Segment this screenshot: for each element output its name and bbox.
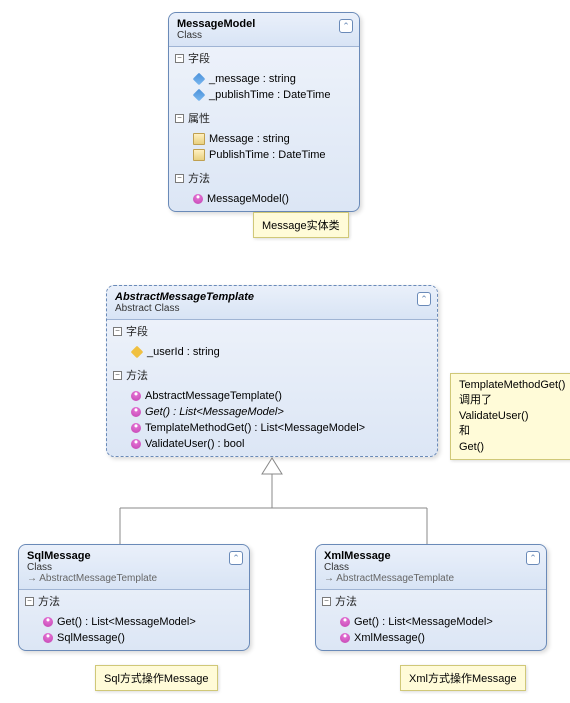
class-sql-message: SqlMessage Class AbstractMessageTemplate… bbox=[18, 544, 250, 651]
method-icon bbox=[129, 437, 143, 451]
method-icon bbox=[129, 389, 143, 403]
method-icon bbox=[41, 615, 55, 629]
collapse-icon[interactable]: ⌃ bbox=[339, 19, 353, 33]
class-header: SqlMessage Class AbstractMessageTemplate… bbox=[19, 545, 249, 590]
section-methods[interactable]: −方法 bbox=[107, 364, 437, 386]
collapse-icon[interactable]: ⌃ bbox=[229, 551, 243, 565]
field-icon bbox=[193, 73, 206, 86]
class-name: AbstractMessageTemplate bbox=[115, 291, 429, 303]
members-methods: MessageModel() bbox=[169, 189, 359, 211]
class-stereotype: Class bbox=[324, 562, 538, 573]
property-icon bbox=[193, 149, 205, 161]
class-abstract-template: AbstractMessageTemplate Abstract Class ⌃… bbox=[106, 285, 438, 457]
member-method[interactable]: XmlMessage() bbox=[316, 630, 546, 646]
class-inherits: AbstractMessageTemplate bbox=[324, 573, 538, 584]
field-icon bbox=[131, 346, 144, 359]
collapse-icon[interactable]: ⌃ bbox=[417, 292, 431, 306]
toggle-icon: − bbox=[175, 174, 184, 183]
member-prop[interactable]: PublishTime : DateTime bbox=[169, 147, 359, 163]
field-icon bbox=[193, 89, 206, 102]
member-method[interactable]: AbstractMessageTemplate() bbox=[107, 388, 437, 404]
member-field[interactable]: _publishTime : DateTime bbox=[169, 87, 359, 103]
class-header: MessageModel Class ⌃ bbox=[169, 13, 359, 47]
method-icon bbox=[41, 631, 55, 645]
section-fields[interactable]: −字段 bbox=[169, 47, 359, 69]
note-message-model: Message实体类 bbox=[253, 212, 349, 238]
class-header: AbstractMessageTemplate Abstract Class ⌃ bbox=[107, 286, 437, 320]
member-method[interactable]: TemplateMethodGet() : List<MessageModel> bbox=[107, 420, 437, 436]
section-fields[interactable]: −字段 bbox=[107, 320, 437, 342]
method-icon bbox=[129, 405, 143, 419]
members-methods: Get() : List<MessageModel> XmlMessage() bbox=[316, 612, 546, 650]
method-icon bbox=[338, 631, 352, 645]
toggle-icon: − bbox=[322, 597, 331, 606]
members-fields: _message : string _publishTime : DateTim… bbox=[169, 69, 359, 107]
method-icon bbox=[129, 421, 143, 435]
members-fields: _userId : string bbox=[107, 342, 437, 364]
class-name: SqlMessage bbox=[27, 550, 241, 562]
member-field[interactable]: _message : string bbox=[169, 71, 359, 87]
toggle-icon: − bbox=[175, 114, 184, 123]
note-template-method: TemplateMethodGet() 调用了 ValidateUser() 和… bbox=[450, 373, 570, 460]
section-methods[interactable]: −方法 bbox=[169, 167, 359, 189]
members-methods: Get() : List<MessageModel> SqlMessage() bbox=[19, 612, 249, 650]
members-methods: AbstractMessageTemplate() Get() : List<M… bbox=[107, 386, 437, 456]
member-method[interactable]: Get() : List<MessageModel> bbox=[107, 404, 437, 420]
collapse-icon[interactable]: ⌃ bbox=[526, 551, 540, 565]
toggle-icon: − bbox=[113, 327, 122, 336]
class-header: XmlMessage Class AbstractMessageTemplate… bbox=[316, 545, 546, 590]
class-xml-message: XmlMessage Class AbstractMessageTemplate… bbox=[315, 544, 547, 651]
member-method[interactable]: ValidateUser() : bool bbox=[107, 436, 437, 452]
class-name: MessageModel bbox=[177, 18, 351, 30]
section-methods[interactable]: −方法 bbox=[19, 590, 249, 612]
class-message-model: MessageModel Class ⌃ −字段 _message : stri… bbox=[168, 12, 360, 212]
note-sql: Sql方式操作Message bbox=[95, 665, 218, 691]
class-stereotype: Class bbox=[27, 562, 241, 573]
class-name: XmlMessage bbox=[324, 550, 538, 562]
class-stereotype: Abstract Class bbox=[115, 303, 429, 314]
method-icon bbox=[338, 615, 352, 629]
member-method[interactable]: MessageModel() bbox=[169, 191, 359, 207]
member-method[interactable]: Get() : List<MessageModel> bbox=[19, 614, 249, 630]
note-xml: Xml方式操作Message bbox=[400, 665, 526, 691]
member-method[interactable]: Get() : List<MessageModel> bbox=[316, 614, 546, 630]
section-methods[interactable]: −方法 bbox=[316, 590, 546, 612]
member-prop[interactable]: Message : string bbox=[169, 131, 359, 147]
section-props[interactable]: −属性 bbox=[169, 107, 359, 129]
class-inherits: AbstractMessageTemplate bbox=[27, 573, 241, 584]
class-stereotype: Class bbox=[177, 30, 351, 41]
property-icon bbox=[193, 133, 205, 145]
method-icon bbox=[191, 192, 205, 206]
toggle-icon: − bbox=[175, 54, 184, 63]
toggle-icon: − bbox=[25, 597, 34, 606]
member-field[interactable]: _userId : string bbox=[107, 344, 437, 360]
members-props: Message : string PublishTime : DateTime bbox=[169, 129, 359, 167]
toggle-icon: − bbox=[113, 371, 122, 380]
member-method[interactable]: SqlMessage() bbox=[19, 630, 249, 646]
